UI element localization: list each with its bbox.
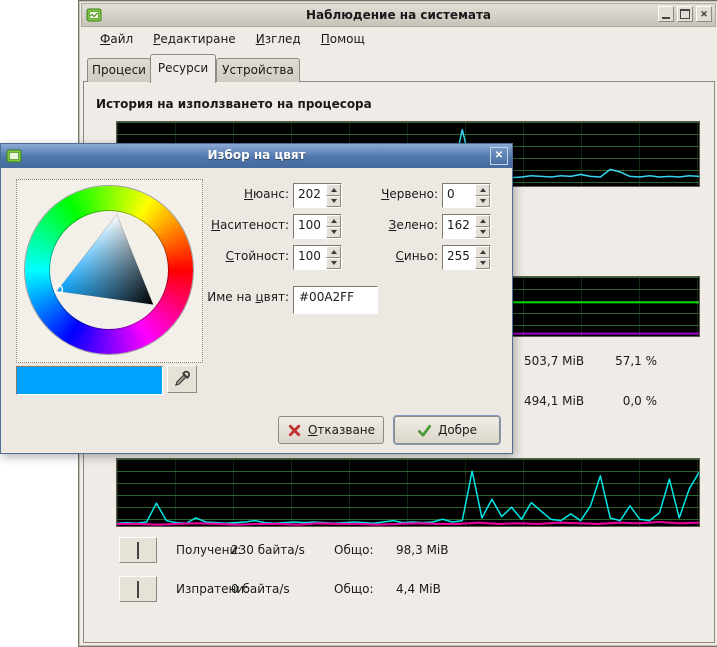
hue-spin-up[interactable]: [326, 184, 341, 196]
sent-legend-row: Изпратени: 0 байта/s Общо: 4,4 MiB: [79, 576, 717, 602]
hue-spin-down[interactable]: [326, 196, 341, 208]
red-spinbox[interactable]: 0: [442, 183, 491, 208]
received-line: [117, 471, 699, 523]
app-icon: [86, 7, 102, 23]
red-spin-up[interactable]: [475, 184, 490, 196]
blue-spin-up[interactable]: [475, 246, 490, 258]
received-color-swatch[interactable]: [119, 537, 157, 563]
blue-label: Синьо:: [341, 245, 438, 268]
tab-processes[interactable]: Процеси: [87, 58, 151, 82]
ok-button-label: Добре: [438, 423, 477, 437]
menubar: Файл Редактиране Изглед Помощ: [82, 28, 715, 51]
received-total-label: Общо:: [334, 537, 374, 563]
value-spinbox[interactable]: 100: [293, 245, 342, 270]
hue-label: Нюанс:: [179, 183, 289, 206]
color-picker-dialog: Избор на цвят ✕: [0, 143, 513, 454]
sent-color-swatch[interactable]: [119, 576, 157, 602]
dialog-close-button[interactable]: ✕: [490, 147, 508, 165]
dialog-titlebar[interactable]: Избор на цвят ✕: [1, 144, 512, 168]
color-preview: [16, 366, 163, 395]
eyedropper-icon: [173, 370, 191, 388]
menu-file[interactable]: Файл: [90, 28, 143, 51]
blue-spin-down[interactable]: [475, 258, 490, 270]
green-spin-down[interactable]: [475, 227, 490, 239]
sent-total: 4,4 MiB: [396, 576, 441, 602]
saturation-spinbox[interactable]: 100: [293, 214, 342, 239]
menu-edit[interactable]: Редактиране: [143, 28, 246, 51]
hsv-triangle[interactable]: [25, 186, 193, 354]
network-history-chart: [116, 458, 700, 527]
received-rate: 230 байта/s: [231, 537, 305, 563]
dialog-close-icon: ✕: [495, 151, 503, 161]
window-title: Наблюдение на системата: [82, 8, 715, 22]
cancel-icon: [287, 423, 302, 438]
sent-color: [137, 581, 139, 598]
ok-icon: [417, 423, 432, 438]
color-name-input[interactable]: #00A2FF: [293, 286, 378, 314]
menu-view[interactable]: Изглед: [246, 28, 311, 51]
maximize-icon: [680, 9, 690, 19]
color-wheel-frame: [16, 179, 203, 363]
saturation-spin-down[interactable]: [326, 227, 341, 239]
red-value[interactable]: 0: [443, 184, 475, 207]
color-name-text: #00A2FF: [299, 290, 354, 304]
saturation-label: Наситеност:: [179, 214, 289, 237]
cancel-button-label: Отказване: [308, 423, 375, 437]
hue-spinbox[interactable]: 202: [293, 183, 342, 208]
maximize-button[interactable]: [677, 6, 693, 22]
hue-value[interactable]: 202: [294, 184, 326, 207]
red-label: Червено:: [341, 183, 438, 206]
window-controls: ✕: [658, 6, 712, 22]
green-spinbox[interactable]: 162: [442, 214, 491, 239]
received-total: 98,3 MiB: [396, 537, 448, 563]
tab-resources[interactable]: Ресурси: [150, 54, 216, 83]
minimize-button[interactable]: [658, 6, 674, 22]
eyedropper-button[interactable]: [167, 365, 197, 393]
dialog-body: Нюанс: 202 Наситеност: 100 Стойност: 100…: [1, 168, 512, 453]
value-value[interactable]: 100: [294, 246, 326, 269]
swap-usage-value: 494,1 MiB: [524, 393, 584, 409]
memory-usage-value: 503,7 MiB: [524, 353, 584, 369]
value-label: Стойност:: [179, 245, 289, 268]
swap-usage-percent: 0,0 %: [599, 393, 657, 409]
ok-button[interactable]: Добре: [394, 416, 500, 444]
dialog-title: Избор на цвят: [1, 148, 512, 162]
green-label: Зелено:: [341, 214, 438, 237]
window-titlebar[interactable]: Наблюдение на системата ✕: [81, 3, 716, 27]
sent-total-label: Общо:: [334, 576, 374, 602]
value-spin-down[interactable]: [326, 258, 341, 270]
cancel-button[interactable]: Отказване: [278, 416, 384, 444]
minimize-icon: [662, 9, 670, 19]
received-color: [137, 542, 139, 559]
green-spin-up[interactable]: [475, 215, 490, 227]
blue-spinbox[interactable]: 255: [442, 245, 491, 270]
blue-value[interactable]: 255: [443, 246, 475, 269]
saturation-spin-up[interactable]: [326, 215, 341, 227]
received-legend-row: Получени: 230 байта/s Общо: 98,3 MiB: [79, 537, 717, 563]
close-icon: ✕: [700, 10, 708, 19]
color-name-label: Име на цвят:: [161, 286, 289, 309]
menu-help[interactable]: Помощ: [311, 28, 375, 51]
sent-rate: 0 байта/s: [231, 576, 290, 602]
tab-devices[interactable]: Устройства: [216, 58, 300, 82]
saturation-value[interactable]: 100: [294, 215, 326, 238]
memory-usage-percent: 57,1 %: [599, 353, 657, 369]
green-value[interactable]: 162: [443, 215, 475, 238]
value-spin-up[interactable]: [326, 246, 341, 258]
red-spin-down[interactable]: [475, 196, 490, 208]
close-button[interactable]: ✕: [696, 6, 712, 22]
cpu-history-heading: История на използването на процесора: [96, 97, 372, 111]
